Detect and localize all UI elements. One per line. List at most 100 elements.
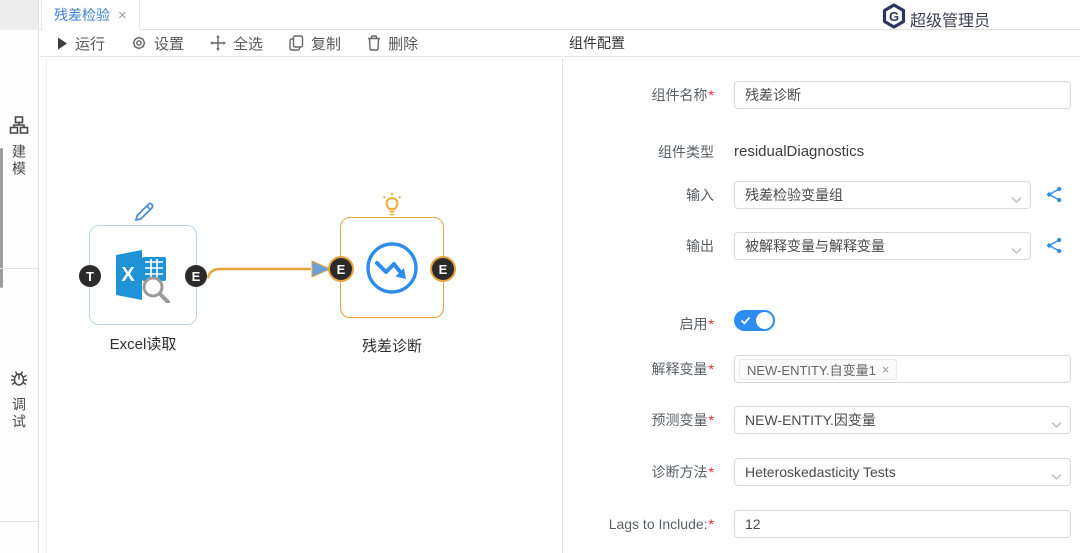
node-label-residual: 残差诊断	[322, 335, 462, 356]
predict-variable-select[interactable]: NEW-ENTITY.因变量	[734, 406, 1071, 434]
tabbar-corner	[0, 0, 39, 30]
select-all-label: 全选	[233, 33, 263, 54]
field-label: Lags to Include:*	[564, 510, 714, 538]
settings-label: 设置	[154, 33, 184, 54]
tab-bar: 残差检验 × G 超级管理员	[0, 0, 1080, 30]
check-icon	[740, 315, 751, 326]
diagnostic-method-select[interactable]: Heteroskedasticity Tests	[734, 458, 1071, 486]
chevron-down-icon	[1051, 416, 1062, 432]
component-name-input[interactable]	[734, 81, 1071, 109]
field-row-input: 输入 残差检验变量组	[564, 181, 1080, 209]
required-asterisk: *	[709, 412, 714, 428]
move-cross-icon	[210, 35, 226, 51]
port-letter: E	[192, 269, 201, 284]
sidebar-item-label: 建模	[9, 144, 29, 178]
port-t-input[interactable]: T	[79, 265, 101, 287]
tag-remove-icon[interactable]: ×	[882, 362, 890, 377]
port-letter: T	[86, 269, 94, 284]
required-asterisk: *	[709, 87, 714, 103]
gear-icon	[131, 35, 147, 51]
field-row-predict: 预测变量* NEW-ENTITY.因变量	[564, 406, 1080, 434]
field-row-explanatory: 解释变量* NEW-ENTITY.自变量1 ×	[564, 355, 1080, 383]
hierarchy-icon	[9, 115, 29, 140]
sidebar-item-label: 调试	[9, 397, 29, 431]
settings-button[interactable]: 设置	[131, 33, 184, 54]
field-row-lags: Lags to Include:*	[564, 510, 1080, 538]
toggle-knob	[756, 312, 773, 329]
port-letter: E	[337, 262, 346, 277]
chevron-down-icon	[1051, 468, 1062, 484]
field-label: 输入	[564, 181, 714, 209]
svg-text:G: G	[889, 9, 899, 24]
field-row-component-name: 组件名称*	[564, 81, 1080, 109]
node-excel-reader[interactable]: X T E	[89, 225, 197, 325]
predict-select-value: NEW-ENTITY.因变量	[745, 410, 876, 430]
required-asterisk: *	[709, 316, 714, 332]
sidebar-item-modeling[interactable]: 建模	[0, 115, 38, 178]
port-e-output[interactable]: E	[185, 265, 207, 287]
tab-title: 残差检验	[54, 5, 110, 25]
sidebar-item-debug[interactable]: 调试	[0, 368, 38, 431]
canvas-toolbar: 运行 设置 全选	[40, 30, 563, 57]
svg-text:X: X	[121, 264, 135, 286]
bug-icon	[9, 368, 29, 393]
tab-close-icon[interactable]: ×	[118, 8, 127, 23]
port-letter: E	[439, 262, 448, 277]
component-type-value: residualDiagnostics	[734, 138, 864, 166]
required-asterisk: *	[709, 516, 714, 532]
sidebar-divider	[0, 268, 38, 269]
play-icon	[57, 37, 68, 50]
workflow-canvas[interactable]: X T E Excel读取	[40, 58, 563, 553]
delete-button[interactable]: 删除	[367, 33, 418, 54]
explanatory-variable-multiselect[interactable]: NEW-ENTITY.自变量1 ×	[734, 355, 1071, 383]
lags-to-include-input[interactable]	[734, 510, 1071, 538]
share-icon[interactable]	[1046, 186, 1063, 208]
output-select-value: 被解释变量与解释变量	[745, 236, 885, 256]
username-label: 超级管理员	[910, 7, 990, 31]
field-label: 组件类型	[564, 138, 714, 166]
field-row-component-type: 组件类型 residualDiagnostics	[564, 138, 1080, 166]
field-label: 输出	[564, 232, 714, 260]
run-button[interactable]: 运行	[57, 33, 105, 54]
enable-toggle[interactable]	[734, 310, 775, 331]
chevron-down-icon	[1011, 191, 1022, 207]
port-e-output[interactable]: E	[432, 258, 454, 280]
input-select[interactable]: 残差检验变量组	[734, 181, 1031, 209]
tag-label: NEW-ENTITY.自变量1	[747, 360, 876, 379]
field-row-output: 输出 被解释变量与解释变量	[564, 232, 1080, 260]
copy-icon	[289, 35, 304, 51]
copy-button[interactable]: 复制	[289, 33, 341, 54]
input-select-value: 残差检验变量组	[745, 185, 843, 205]
node-residual-diagnostics[interactable]: E E	[340, 217, 444, 318]
chevron-down-icon	[1011, 242, 1022, 258]
required-asterisk: *	[709, 464, 714, 480]
field-label: 组件名称*	[564, 81, 714, 109]
port-e-input[interactable]: E	[330, 258, 352, 280]
app-window: 残差检验 × G 超级管理员 建模	[0, 0, 1080, 553]
required-asterisk: *	[709, 361, 714, 377]
config-panel-title: 组件配置	[569, 33, 625, 53]
copy-label: 复制	[311, 33, 341, 54]
delete-label: 删除	[388, 33, 418, 54]
share-icon[interactable]	[1046, 237, 1063, 259]
field-label: 解释变量*	[564, 355, 714, 383]
field-label: 启用*	[564, 310, 714, 338]
left-sidebar: 建模 调试	[0, 30, 39, 553]
config-panel-header: 组件配置	[564, 30, 1080, 57]
field-label: 诊断方法*	[564, 458, 714, 486]
excel-icon: X	[90, 226, 196, 324]
config-panel: 组件名称* 组件类型 residualDiagnostics 输入 残差检验变量…	[564, 58, 1080, 553]
selected-variable-tag: NEW-ENTITY.自变量1 ×	[739, 359, 897, 380]
output-select[interactable]: 被解释变量与解释变量	[734, 232, 1031, 260]
select-all-button[interactable]: 全选	[210, 33, 263, 54]
trash-icon	[367, 35, 381, 51]
run-label: 运行	[75, 33, 105, 54]
method-select-value: Heteroskedasticity Tests	[745, 464, 896, 480]
sidebar-divider	[0, 521, 38, 522]
field-label: 预测变量*	[564, 406, 714, 434]
residual-chart-icon	[341, 218, 443, 317]
field-row-method: 诊断方法* Heteroskedasticity Tests	[564, 458, 1080, 486]
tab-residual-test[interactable]: 残差检验 ×	[41, 0, 140, 30]
node-label-excel: Excel读取	[73, 333, 213, 354]
field-row-enable: 启用*	[564, 310, 1080, 338]
